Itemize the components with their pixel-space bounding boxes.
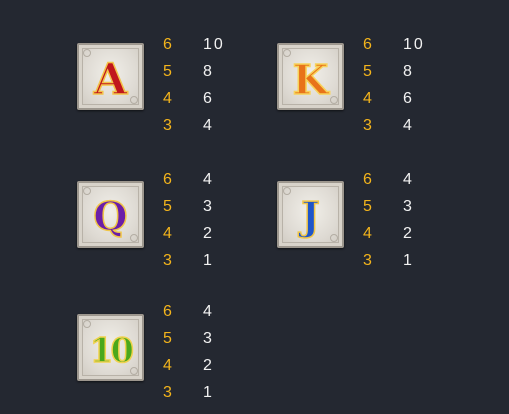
- symbol-count: 4: [163, 357, 172, 374]
- pay-list: 6 10 58 46 34: [363, 35, 425, 143]
- symbol-count: 3: [163, 252, 172, 269]
- pay-row: 42: [163, 224, 214, 251]
- payout-value: 4: [203, 171, 214, 188]
- pay-row: 46: [163, 89, 225, 116]
- symbol-count: 4: [163, 225, 172, 242]
- pay-list: 64 53 42 31: [363, 170, 414, 278]
- pay-list: 64 53 42 31: [163, 302, 214, 410]
- pay-row: 6 10: [363, 35, 425, 62]
- symbol-a-tile: A A: [77, 43, 144, 110]
- payout-value: 4: [403, 117, 414, 134]
- pay-row: 64: [163, 170, 214, 197]
- number-ten-icon: 10 10: [89, 329, 136, 371]
- symbol-count: 4: [363, 90, 372, 107]
- symbol-count: 3: [163, 117, 172, 134]
- symbol-j-tile: J J: [277, 181, 344, 248]
- symbol-glyph-outline: Q: [93, 194, 127, 240]
- pay-row: 53: [163, 329, 214, 356]
- pay-row: 31: [163, 251, 214, 278]
- symbol-glyph-outline: 10: [90, 330, 133, 370]
- pay-row: 53: [363, 197, 414, 224]
- symbol-count: 6: [163, 303, 172, 320]
- symbol-count: 4: [363, 225, 372, 242]
- letter-q-icon: Q Q: [93, 193, 129, 241]
- payout-value: 4: [203, 117, 214, 134]
- symbol-glyph-outline: J: [298, 194, 320, 240]
- payout-value: 10: [203, 36, 225, 53]
- symbol-count: 3: [363, 117, 372, 134]
- pay-row: 46: [363, 89, 425, 116]
- letter-j-icon: J J: [297, 193, 320, 241]
- pay-list: 64 53 42 31: [163, 170, 214, 278]
- payout-value: 4: [203, 303, 214, 320]
- pay-row: 42: [363, 224, 414, 251]
- payout-value: 3: [403, 198, 414, 215]
- symbol-count: 5: [363, 198, 372, 215]
- symbol-count: 5: [163, 198, 172, 215]
- symbol-count: 6: [163, 171, 172, 188]
- pay-row: 42: [163, 356, 214, 383]
- payout-value: 2: [203, 225, 214, 242]
- pay-row: 64: [163, 302, 214, 329]
- pay-row: 31: [163, 383, 214, 410]
- pay-list: 6 10 58 46 34: [163, 35, 225, 143]
- symbol-count: 6: [363, 171, 372, 188]
- symbol-10-tile: 10 10: [77, 314, 144, 381]
- payout-value: 10: [403, 36, 425, 53]
- symbol-count: 3: [163, 384, 172, 401]
- payout-value: 1: [403, 252, 414, 269]
- pay-row: 34: [363, 116, 425, 143]
- letter-k-icon: K K: [292, 54, 332, 105]
- payout-value: 6: [203, 90, 214, 107]
- payout-value: 1: [203, 252, 214, 269]
- payout-value: 4: [403, 171, 414, 188]
- symbol-glyph-outline: K: [293, 55, 331, 104]
- pay-row: 64: [363, 170, 414, 197]
- symbol-k-tile: K K: [277, 43, 344, 110]
- letter-a-icon: A A: [92, 53, 130, 106]
- symbol-count: 6: [163, 36, 172, 53]
- symbol-count: 6: [363, 36, 372, 53]
- pay-row: 58: [163, 62, 225, 89]
- symbol-count: 3: [363, 252, 372, 269]
- pay-row: 6 10: [163, 35, 225, 62]
- symbol-glyph-outline: A: [93, 54, 129, 105]
- pay-row: 58: [363, 62, 425, 89]
- payout-value: 1: [203, 384, 214, 401]
- symbol-count: 5: [363, 63, 372, 80]
- payout-value: 6: [403, 90, 414, 107]
- payout-value: 2: [203, 357, 214, 374]
- pay-row: 53: [163, 197, 214, 224]
- pay-row: 31: [363, 251, 414, 278]
- symbol-q-tile: Q Q: [77, 181, 144, 248]
- payout-value: 8: [403, 63, 414, 80]
- payout-value: 3: [203, 198, 214, 215]
- symbol-count: 4: [163, 90, 172, 107]
- pay-row: 34: [163, 116, 225, 143]
- payout-value: 3: [203, 330, 214, 347]
- payout-value: 2: [403, 225, 414, 242]
- symbol-count: 5: [163, 330, 172, 347]
- payout-value: 8: [203, 63, 214, 80]
- symbol-count: 5: [163, 63, 172, 80]
